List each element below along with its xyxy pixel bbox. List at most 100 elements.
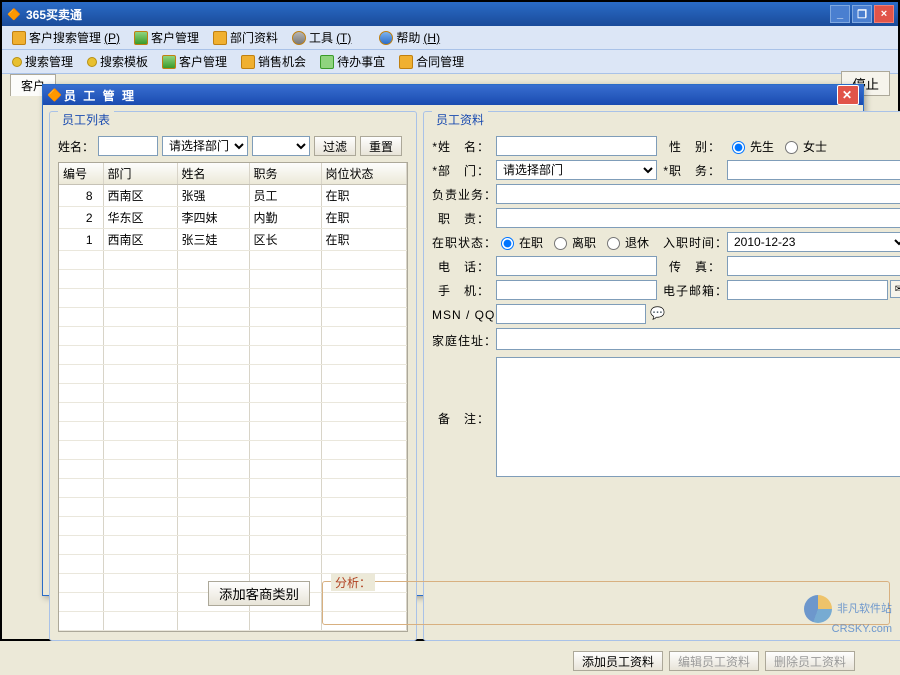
label-phone: 电 话：: [432, 258, 490, 275]
tool-search-manage[interactable]: 搜索管理: [6, 51, 79, 72]
edit-employee-button[interactable]: 编辑员工资料: [669, 651, 759, 671]
table-row-empty: [59, 289, 407, 308]
people-icon: [162, 55, 176, 69]
table-row-empty: [59, 384, 407, 403]
add-category-button[interactable]: 添加客商类别: [208, 581, 310, 606]
tool-sales-chance[interactable]: 销售机会: [235, 51, 312, 72]
input-notes[interactable]: [496, 357, 900, 477]
tool-customer-manage[interactable]: 客户管理: [156, 51, 233, 72]
table-row-empty: [59, 365, 407, 384]
input-hiredate[interactable]: 2010-12-23: [727, 232, 900, 252]
input-msn[interactable]: [496, 304, 646, 324]
label-gender: 性 别：: [663, 138, 721, 155]
employee-list-panel: 员工列表 姓名： 请选择部门 过滤 重置 编号 部门 姓名: [49, 111, 417, 641]
menu-tools[interactable]: 工具(T): [286, 27, 357, 48]
radio-female[interactable]: 女士: [780, 138, 827, 155]
dept-icon: [213, 31, 227, 45]
col-dept[interactable]: 部门: [103, 163, 177, 185]
add-employee-button[interactable]: 添加员工资料: [573, 651, 663, 671]
input-name[interactable]: [496, 136, 657, 156]
filter-name-input[interactable]: [98, 136, 158, 156]
tool-contract[interactable]: 合同管理: [393, 51, 470, 72]
label-business: 负责业务：: [432, 186, 490, 203]
menu-department[interactable]: 部门资料: [207, 27, 284, 48]
tool-search-template[interactable]: 搜索模板: [81, 51, 154, 72]
table-row-empty: [59, 422, 407, 441]
todo-icon: [320, 55, 334, 69]
delete-employee-button[interactable]: 删除员工资料: [765, 651, 855, 671]
email-compose-icon[interactable]: ✉: [890, 280, 900, 298]
input-business[interactable]: [496, 184, 900, 204]
dialog-icon: 🔶: [47, 88, 64, 102]
folder-icon: [12, 31, 26, 45]
dialog-footer: 添加员工资料 编辑员工资料 删除员工资料: [43, 647, 863, 675]
table-row-empty: [59, 270, 407, 289]
employee-detail-panel: 员工资料 *姓 名： 性 别： 先生 女士 *部 门： 请选择部门 *职 务： …: [423, 111, 900, 641]
analysis-panel: 分析：: [322, 581, 890, 625]
radio-status-on[interactable]: 在职: [496, 234, 543, 251]
tool-todo[interactable]: 待办事宜: [314, 51, 391, 72]
table-row-empty: [59, 517, 407, 536]
reset-button[interactable]: 重置: [360, 136, 402, 156]
filter-extra-select[interactable]: [252, 136, 310, 156]
dialog-title: 员 工 管 理: [64, 87, 136, 104]
employee-detail-legend: 员工资料: [432, 111, 488, 128]
label-dept: *部 门：: [432, 162, 490, 179]
radio-status-off[interactable]: 离职: [549, 234, 596, 251]
label-status: 在职状态：: [432, 234, 490, 251]
dialog-titlebar[interactable]: 🔶 员 工 管 理 ✕: [43, 85, 863, 105]
input-duty[interactable]: [496, 208, 900, 228]
input-fax[interactable]: [727, 256, 900, 276]
label-hiredate: 入职时间：: [663, 234, 721, 251]
app-icon: 🔶: [6, 6, 22, 22]
help-icon: [379, 31, 393, 45]
menubar: 客户搜索管理(P) 客户管理 部门资料 工具(T) 帮助(H): [2, 26, 898, 50]
dot-icon: [87, 57, 97, 67]
msn-chat-icon[interactable]: 💬: [650, 306, 666, 322]
table-row-empty: [59, 498, 407, 517]
radio-status-retire[interactable]: 退休: [602, 234, 649, 251]
radio-male[interactable]: 先生: [727, 138, 774, 155]
col-name[interactable]: 姓名: [177, 163, 249, 185]
input-dept[interactable]: 请选择部门: [496, 160, 657, 180]
input-address[interactable]: [496, 328, 900, 350]
col-id[interactable]: 编号: [59, 163, 103, 185]
table-row-empty: [59, 441, 407, 460]
table-row[interactable]: 1西南区张三娃区长在职: [59, 229, 407, 251]
employee-list-legend: 员工列表: [58, 111, 114, 128]
filter-name-label: 姓名：: [58, 138, 94, 155]
sales-icon: [241, 55, 255, 69]
menu-customer-search[interactable]: 客户搜索管理(P): [6, 27, 126, 48]
minimize-button[interactable]: _: [830, 5, 850, 23]
input-phone[interactable]: [496, 256, 657, 276]
label-duty: 职 责：: [432, 210, 490, 227]
label-address: 家庭住址：: [432, 332, 490, 349]
table-row-empty: [59, 346, 407, 365]
label-email: 电子邮箱：: [663, 282, 721, 299]
filter-button[interactable]: 过滤: [314, 136, 356, 156]
input-email[interactable]: [727, 280, 888, 300]
menu-customer-manage[interactable]: 客户管理: [128, 27, 205, 48]
table-row-empty: [59, 403, 407, 422]
employee-manage-dialog: 🔶 员 工 管 理 ✕ 员工列表 姓名： 请选择部门 过滤 重置 编号: [42, 84, 864, 596]
main-close-button[interactable]: ×: [874, 5, 894, 23]
toolbar: 搜索管理 搜索模板 客户管理 销售机会 待办事宜 合同管理: [2, 50, 898, 74]
table-row-empty: [59, 555, 407, 574]
col-job[interactable]: 职务: [249, 163, 321, 185]
main-bottom-bar: 添加客商类别 分析：: [10, 581, 890, 629]
menu-help[interactable]: 帮助(H): [373, 27, 446, 48]
table-row[interactable]: 8西南区张强员工在职: [59, 185, 407, 207]
input-job[interactable]: [727, 160, 900, 180]
label-notes: 备 注：: [432, 410, 490, 427]
col-status[interactable]: 岗位状态: [321, 163, 407, 185]
restore-button[interactable]: ❐: [852, 5, 872, 23]
table-row[interactable]: 2华东区李四妹内勤在职: [59, 207, 407, 229]
filter-dept-select[interactable]: 请选择部门: [162, 136, 248, 156]
input-mobile[interactable]: [496, 280, 657, 300]
label-job: *职 务：: [663, 162, 721, 179]
table-row-empty: [59, 460, 407, 479]
table-row-empty: [59, 251, 407, 270]
contract-icon: [399, 55, 413, 69]
employee-table[interactable]: 编号 部门 姓名 职务 岗位状态 8西南区张强员工在职2华东区李四妹内勤在职1西…: [58, 162, 408, 632]
dialog-close-button[interactable]: ✕: [837, 85, 859, 105]
